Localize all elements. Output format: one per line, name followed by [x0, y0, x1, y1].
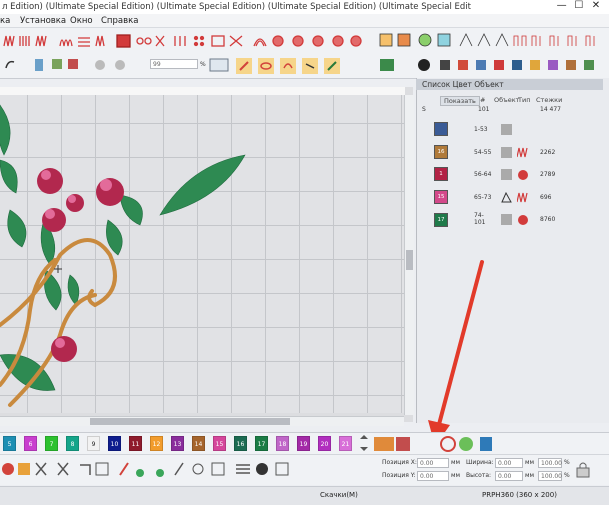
width-label: Ширина:: [466, 459, 494, 466]
palette-swatch[interactable]: 10: [108, 436, 121, 451]
scale-x-field[interactable]: 100.00: [538, 458, 562, 468]
width-field[interactable]: 0.00: [495, 458, 523, 468]
palette-swatch[interactable]: 18: [276, 436, 289, 451]
palette-swatch[interactable]: 14: [192, 436, 205, 451]
pos-y-label: Позиция Y:: [382, 472, 416, 479]
status-center: Скачки(M): [320, 491, 358, 499]
thread-palette: 5 6 7 8 9 10 11 12 13 14 15 16 17 18 19 …: [0, 432, 609, 455]
palette-swatch[interactable]: 11: [129, 436, 142, 451]
palette-swatch[interactable]: 7: [45, 436, 58, 451]
pos-x-field[interactable]: 0.00: [417, 458, 449, 468]
red-arrow-annotation: [428, 260, 484, 446]
lock-proportions-icon[interactable]: [574, 461, 594, 479]
palette-swatch[interactable]: 21: [339, 436, 352, 451]
palette-swatch[interactable]: 17: [255, 436, 268, 451]
palette-swatch[interactable]: 8: [66, 436, 79, 451]
palette-swatch[interactable]: 12: [150, 436, 163, 451]
pos-y-unit: мм: [451, 472, 461, 479]
scale-x-unit: %: [564, 459, 570, 466]
pos-x-unit: мм: [451, 459, 461, 466]
status-hoop: PRPH360 (360 x 200): [482, 491, 557, 499]
palette-swatch[interactable]: 20: [318, 436, 331, 451]
palette-swatch[interactable]: 6: [24, 436, 37, 451]
height-field[interactable]: 0.00: [495, 471, 523, 481]
pos-y-field[interactable]: 0.00: [417, 471, 449, 481]
scale-y-unit: %: [564, 472, 570, 479]
palette-swatch[interactable]: 15: [213, 436, 226, 451]
width-unit: мм: [525, 459, 535, 466]
bottom-toolbar: Позиция X: 0.00 мм Позиция Y: 0.00 мм Ши…: [0, 454, 609, 485]
scale-y-field[interactable]: 100.00: [538, 471, 562, 481]
status-bar: Скачки(M) PRPH360 (360 x 200): [0, 486, 609, 505]
palette-swatch[interactable]: 9: [87, 436, 100, 451]
bottom-toolbar-icons: [2, 462, 289, 477]
pos-x-label: Позиция X:: [382, 459, 417, 466]
palette-swatch[interactable]: 16: [234, 436, 247, 451]
palette-swatch[interactable]: 5: [3, 436, 16, 451]
palette-tool-icons: [360, 435, 492, 452]
palette-swatch[interactable]: 19: [297, 436, 310, 451]
height-unit: мм: [525, 472, 535, 479]
height-label: Высота:: [466, 472, 492, 479]
palette-swatch[interactable]: 13: [171, 436, 184, 451]
